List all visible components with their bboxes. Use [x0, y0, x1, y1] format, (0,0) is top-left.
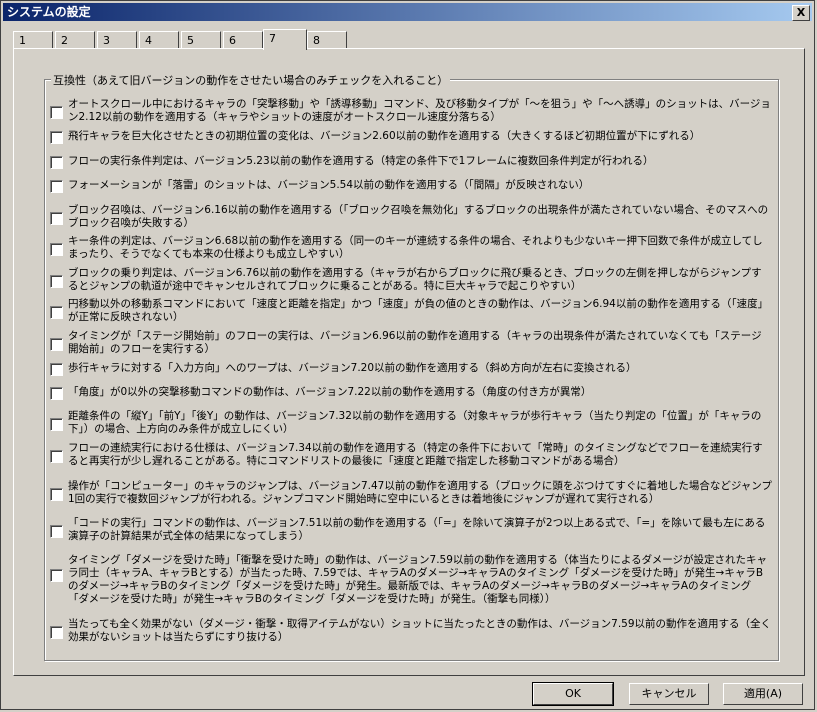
option-checkbox[interactable]: [50, 363, 63, 376]
option-label: ブロック召喚は、バージョン6.16以前の動作を適用する（「ブロック召喚を無効化」…: [68, 204, 769, 229]
tab-5[interactable]: 5: [181, 31, 221, 49]
option-label: タイミングが「ステージ開始前」のフローの実行は、バージョン6.96以前の動作を適…: [68, 330, 762, 355]
ok-button[interactable]: OK: [532, 682, 614, 706]
option-label: 歩行キャラに対する「入力方向」へのワープは、バージョン7.20以前の動作を適用す…: [68, 362, 637, 374]
option-label: 操作が「コンピューター」のキャラのジャンプは、バージョン7.47以前の動作を適用…: [68, 480, 772, 505]
option-checkbox[interactable]: [50, 418, 63, 431]
option-checkbox[interactable]: [50, 450, 63, 463]
option-checkbox[interactable]: [50, 275, 63, 288]
title-bar: システムの設定 X: [3, 3, 812, 21]
option-label: フォーメーションが「落雷」のショットは、バージョン5.54以前の動作を適用する（…: [68, 179, 590, 191]
option-checkbox[interactable]: [50, 156, 63, 169]
option-label: 距離条件の「縦Y」「前Y」「後Y」の動作は、バージョン7.32以前の動作を適用す…: [68, 410, 762, 435]
option-checkbox[interactable]: [50, 525, 63, 538]
option-label: フローの連続実行における仕様は、バージョン7.34以前の動作を適用する（特定の条…: [68, 442, 763, 467]
tab-6[interactable]: 6: [223, 31, 263, 49]
cancel-button[interactable]: キャンセル: [629, 683, 709, 705]
option-checkbox[interactable]: [50, 131, 63, 144]
window-title: システムの設定: [7, 5, 91, 19]
tab-7[interactable]: 7: [263, 29, 307, 50]
option-checkbox[interactable]: [50, 306, 63, 319]
option-checkbox[interactable]: [50, 569, 63, 582]
option-checkbox[interactable]: [50, 243, 63, 256]
apply-button[interactable]: 適用(A): [723, 683, 803, 705]
tab-2[interactable]: 2: [55, 31, 95, 49]
tab-1[interactable]: 1: [13, 31, 53, 49]
tab-panel-7: 互換性（あえて旧バージョンの動作をさせたい場合のみチェックを入れること） オート…: [13, 48, 805, 676]
option-label: 「コードの実行」コマンドの動作は、バージョン7.51以前の動作を適用する（「=」…: [68, 517, 766, 542]
option-label: 円移動以外の移動系コマンドにおいて「速度と距離を指定」かつ「速度」が負の値のとき…: [68, 298, 769, 323]
option-checkbox[interactable]: [50, 106, 63, 119]
option-label: キー条件の判定は、バージョン6.68以前の動作を適用する（同一のキーが連続する条…: [68, 235, 763, 260]
option-label: オートスクロール中におけるキャラの「突撃移動」や「誘導移動」コマンド、及び移動タ…: [68, 98, 771, 123]
settings-window: システムの設定 X 1 2 3 4 5 6 7 8 互換性（あえて旧バージョンの…: [0, 0, 815, 710]
tab-4[interactable]: 4: [139, 31, 179, 49]
option-checkbox[interactable]: [50, 387, 63, 400]
option-checkbox[interactable]: [50, 212, 63, 225]
option-label: 当たっても全く効果がない（ダメージ・衝撃・取得アイテムがない）ショットに当たった…: [68, 618, 772, 643]
group-title: 互換性（あえて旧バージョンの動作をさせたい場合のみチェックを入れること）: [51, 72, 451, 88]
compatibility-group: 互換性（あえて旧バージョンの動作をさせたい場合のみチェックを入れること） オート…: [44, 72, 779, 661]
option-checkbox[interactable]: [50, 626, 63, 639]
option-label: タイミング「ダメージを受けた時」「衝撃を受けた時」の動作は、バージョン7.59以…: [68, 554, 768, 605]
tab-3[interactable]: 3: [97, 31, 137, 49]
option-label: ブロックの乗り判定は、バージョン6.76以前の動作を適用する（キャラが右からブロ…: [68, 267, 762, 292]
tab-8[interactable]: 8: [307, 31, 347, 49]
option-checkbox[interactable]: [50, 180, 63, 193]
option-label: 飛行キャラを巨大化させたときの初期位置の変化は、バージョン2.60以前の動作を適…: [68, 130, 701, 142]
option-checkbox[interactable]: [50, 488, 63, 501]
option-label: フローの実行条件判定は、バージョン5.23以前の動作を適用する（特定の条件下で1…: [68, 155, 654, 167]
close-button[interactable]: X: [792, 5, 810, 21]
option-checkbox[interactable]: [50, 338, 63, 351]
option-label: 「角度」が0以外の突撃移動コマンドの動作は、バージョン7.22以前の動作を適用す…: [68, 386, 592, 398]
